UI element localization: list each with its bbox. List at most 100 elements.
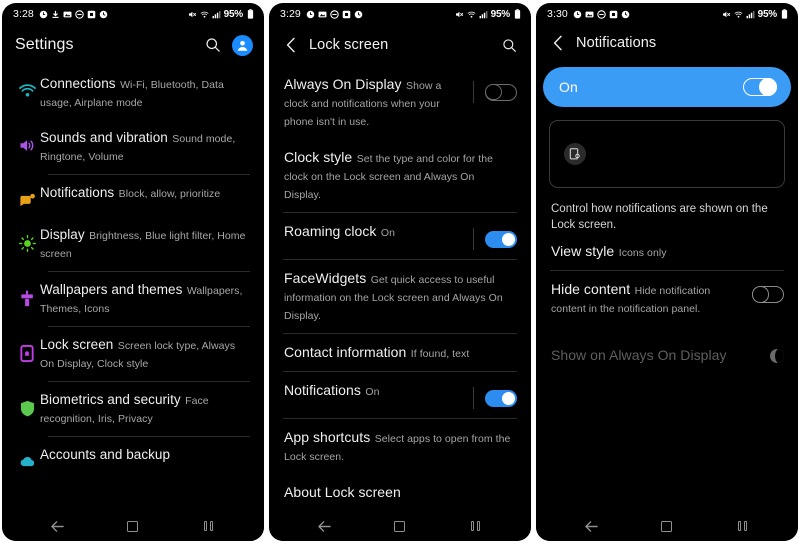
mute-icon <box>722 10 731 19</box>
status-bar-system-icons: 95% <box>722 9 789 20</box>
shield-icon <box>14 391 40 417</box>
home-nav-icon[interactable] <box>387 513 413 539</box>
page-title: Notifications <box>576 35 657 51</box>
recents-nav-icon[interactable] <box>195 513 221 539</box>
settings-item-title: Connections <box>40 76 116 91</box>
notifications-item-hide-content[interactable]: Hide content Hide notification content i… <box>536 271 798 326</box>
settings-item-sounds-and-vibration[interactable]: Sounds and vibration Sound mode, Rington… <box>2 120 264 174</box>
status-bar-system-icons: 95% <box>455 9 522 20</box>
lock-item-clock-style[interactable]: Clock style Set the type and color for t… <box>269 139 531 212</box>
mute-icon <box>455 10 464 19</box>
status-bar-time: 3:29 <box>280 8 301 20</box>
always-on-display-toggle[interactable] <box>485 83 517 101</box>
lock-item-notifications[interactable]: Notifications On <box>269 372 531 418</box>
lock-item-title: FaceWidgets <box>284 270 367 286</box>
alarm-icon <box>39 10 48 19</box>
toggle-separator <box>473 228 474 250</box>
status-bar-notification-icons <box>573 9 630 19</box>
battery-icon <box>780 9 789 19</box>
notification-preview-icon <box>564 143 586 165</box>
recents-nav-icon[interactable] <box>729 513 755 539</box>
settings-item-title: Display <box>40 227 85 242</box>
notifications-item-title: View style <box>551 243 615 259</box>
back-arrow-icon[interactable] <box>282 36 300 54</box>
status-bar-notification-icons <box>39 9 108 19</box>
alarm-icon <box>306 10 315 19</box>
lock-item-subtitle: On <box>365 386 380 398</box>
settings-item-display[interactable]: Display Brightness, Blue light filter, H… <box>2 217 264 271</box>
back-arrow-icon[interactable] <box>549 34 567 52</box>
battery-percentage: 95% <box>757 8 778 20</box>
settings-list[interactable]: Connections Wi-Fi, Bluetooth, Data usage… <box>2 66 264 511</box>
app-icon <box>87 10 96 19</box>
settings-item-biometrics-and-security[interactable]: Biometrics and security Face recognition… <box>2 382 264 436</box>
back-nav-icon[interactable] <box>579 513 605 539</box>
lock-screen-app-bar: Lock screen <box>269 25 531 66</box>
phone-screen-lock-screen: 3:29 95% Lock screen Always On Display S… <box>269 3 531 541</box>
page-title: Settings <box>15 36 74 53</box>
image-icon <box>318 10 327 19</box>
settings-item-accounts-and-backup[interactable]: Accounts and backup <box>2 437 264 477</box>
wifi-icon <box>200 10 209 19</box>
app-icon <box>342 10 351 19</box>
back-nav-icon[interactable] <box>45 513 71 539</box>
signal-icon <box>746 10 755 19</box>
toggle-separator <box>473 387 474 409</box>
do-not-disturb-icon <box>597 9 606 19</box>
paintbrush-icon <box>14 281 40 307</box>
clock-icon <box>99 10 108 19</box>
notifications-toggle[interactable] <box>485 389 517 407</box>
download-icon <box>51 10 60 19</box>
lock-item-roaming-clock[interactable]: Roaming clock On <box>269 213 531 259</box>
settings-item-wallpapers-and-themes[interactable]: Wallpapers and themes Wallpapers, Themes… <box>2 272 264 326</box>
wifi-icon <box>467 10 476 19</box>
lock-item-title: Always On Display <box>284 76 402 92</box>
status-bar: 3:29 95% <box>269 3 531 25</box>
clock-icon <box>621 10 630 19</box>
show-on-aod-toggle-clipped <box>770 348 784 363</box>
lock-item-about-lock-screen[interactable]: About Lock screen <box>269 474 531 511</box>
page-title: Lock screen <box>309 37 389 53</box>
lock-item-subtitle: If found, text <box>410 348 470 360</box>
notifications-item-view-style[interactable]: View style Icons only <box>536 233 798 270</box>
settings-item-notifications[interactable]: Notifications Block, allow, prioritize <box>2 175 264 217</box>
lock-item-app-shortcuts[interactable]: App shortcuts Select apps to open from t… <box>269 419 531 474</box>
speaker-icon <box>14 129 40 153</box>
settings-item-lock-screen[interactable]: Lock screen Screen lock type, Always On … <box>2 327 264 381</box>
status-bar-notification-icons <box>306 9 363 19</box>
settings-item-title: Lock screen <box>40 337 114 352</box>
brightness-icon <box>14 226 40 252</box>
navigation-bar[interactable] <box>269 511 531 541</box>
master-switch-toggle[interactable] <box>743 78 777 96</box>
search-icon[interactable] <box>498 34 520 56</box>
lock-screen-list[interactable]: Always On Display Show a clock and notif… <box>269 66 531 511</box>
status-bar-time: 3:28 <box>13 8 34 20</box>
lock-item-title: Contact information <box>284 344 407 360</box>
settings-item-connections[interactable]: Connections Wi-Fi, Bluetooth, Data usage… <box>2 66 264 120</box>
home-nav-icon[interactable] <box>654 513 680 539</box>
do-not-disturb-icon <box>330 9 339 19</box>
notifications-item-title: Show on Always On Display <box>551 347 727 363</box>
lock-item-always-on-display[interactable]: Always On Display Show a clock and notif… <box>269 66 531 139</box>
hide-content-toggle[interactable] <box>752 286 784 303</box>
navigation-bar[interactable] <box>536 511 798 541</box>
lock-item-contact-information[interactable]: Contact information If found, text <box>269 334 531 371</box>
recents-nav-icon[interactable] <box>462 513 488 539</box>
home-nav-icon[interactable] <box>120 513 146 539</box>
notifications-item-title: Hide content <box>551 281 631 297</box>
lock-icon <box>14 336 40 362</box>
navigation-bar[interactable] <box>2 511 264 541</box>
lock-item-facewidgets[interactable]: FaceWidgets Get quick access to useful i… <box>269 260 531 333</box>
notification-preview-card <box>549 120 785 188</box>
notifications-master-switch[interactable]: On <box>543 67 791 107</box>
notifications-list[interactable]: View style Icons only Hide content Hide … <box>536 233 798 511</box>
back-nav-icon[interactable] <box>312 513 338 539</box>
settings-item-title: Wallpapers and themes <box>40 282 183 297</box>
battery-percentage: 95% <box>223 8 244 20</box>
wifi-icon <box>734 10 743 19</box>
lock-item-title: Clock style <box>284 149 353 165</box>
avatar[interactable] <box>232 34 253 56</box>
app-icon <box>609 10 618 19</box>
search-icon[interactable] <box>202 34 224 56</box>
roaming-clock-toggle[interactable] <box>485 230 517 248</box>
